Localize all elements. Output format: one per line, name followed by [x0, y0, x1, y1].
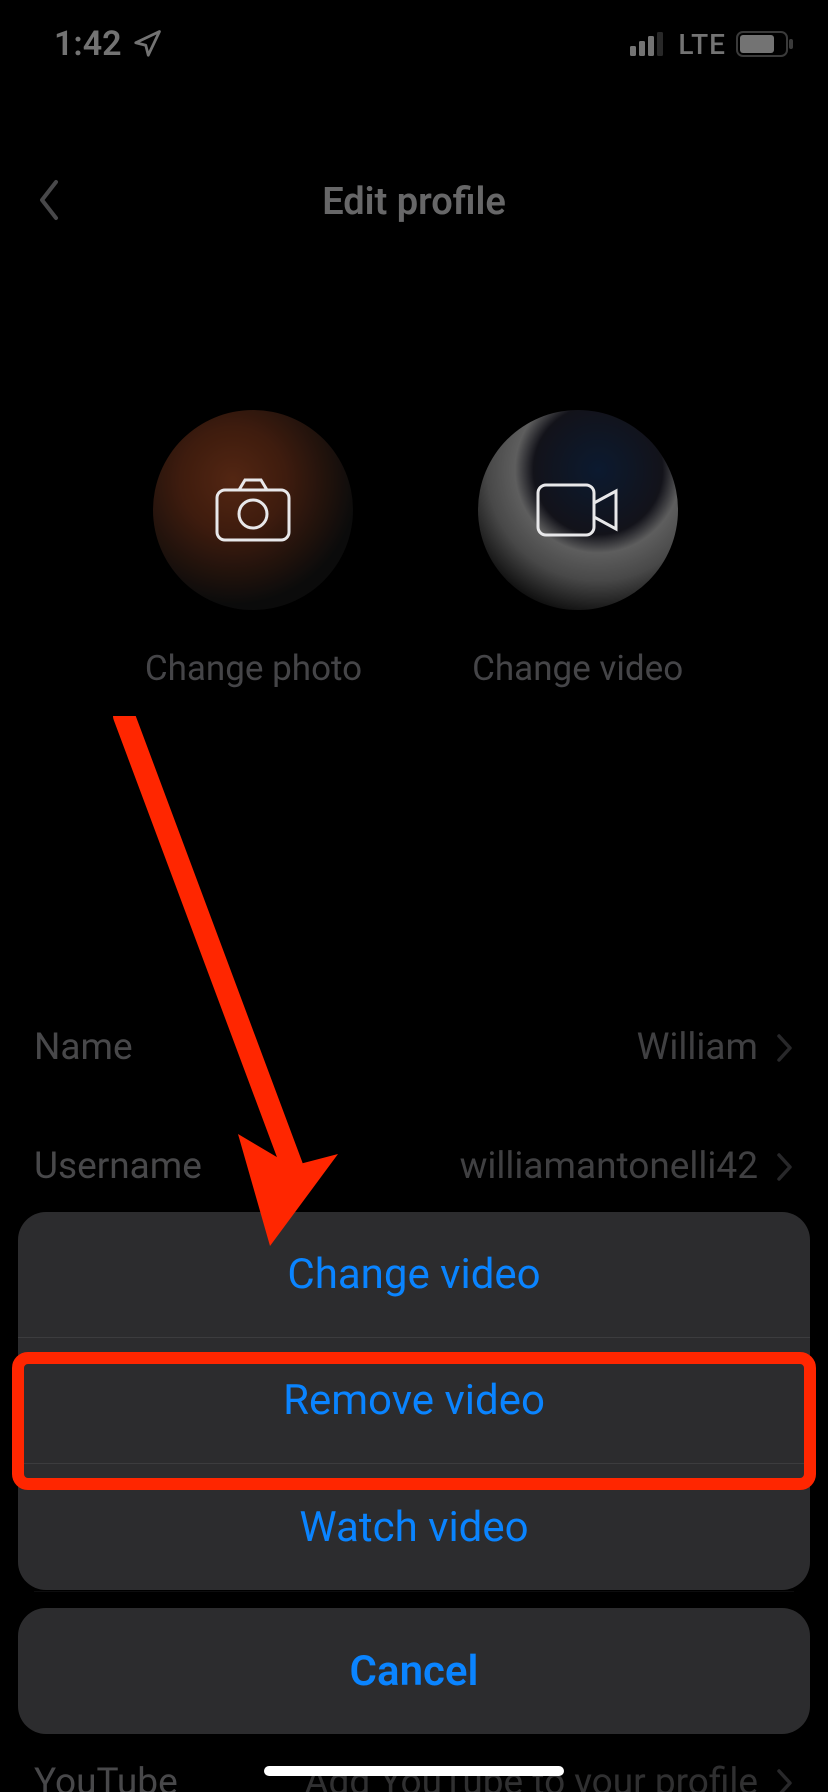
sheet-remove-video-button[interactable]: Remove video — [18, 1338, 810, 1464]
sheet-button-label: Watch video — [299, 1503, 528, 1552]
home-indicator — [264, 1766, 564, 1776]
video-icon — [536, 483, 620, 537]
sheet-change-video-button[interactable]: Change video — [18, 1212, 810, 1338]
sheet-button-label: Cancel — [350, 1647, 479, 1696]
sheet-cancel-button[interactable]: Cancel — [18, 1608, 810, 1734]
action-sheet-group: Change video Remove video Watch video — [18, 1212, 810, 1590]
sheet-button-label: Remove video — [283, 1376, 545, 1425]
sheet-button-label: Change video — [287, 1250, 540, 1299]
camera-icon — [215, 478, 291, 542]
action-sheet: Change video Remove video Watch video Ca… — [18, 1212, 810, 1734]
sheet-watch-video-button[interactable]: Watch video — [18, 1464, 810, 1590]
